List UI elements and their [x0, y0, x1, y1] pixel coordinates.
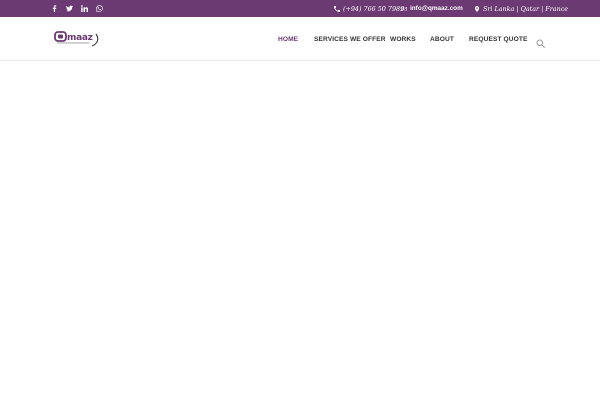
nav-request-quote[interactable]: REQUEST QUOTE: [469, 17, 527, 61]
envelope-icon: [401, 6, 407, 11]
nav-about[interactable]: ABOUT: [430, 17, 454, 61]
contact-email[interactable]: info@qmaaz.com: [401, 0, 463, 17]
contact-phone[interactable]: (+94) 766 50 7989: [334, 0, 404, 17]
search-icon[interactable]: [536, 35, 545, 48]
facebook-icon[interactable]: [50, 4, 59, 14]
twitter-icon[interactable]: [65, 4, 74, 14]
nav-home[interactable]: HOME: [278, 17, 298, 61]
whatsapp-icon[interactable]: [95, 4, 104, 14]
map-marker-icon: [474, 5, 480, 12]
site-header: maaz HOME SERVICES WE OFFER WORKS ABOUT …: [0, 17, 600, 61]
phone-number: (+94) 766 50 7989: [343, 4, 405, 13]
nav-services-we-offer[interactable]: SERVICES WE OFFER: [314, 17, 386, 61]
contact-locations: Sri Lanka | Qatar | France: [474, 0, 568, 17]
page-content: [0, 62, 600, 400]
email-address: info@qmaaz.com: [410, 5, 463, 12]
nav-works[interactable]: WORKS: [390, 17, 416, 61]
locations-text: Sri Lanka | Qatar | France: [483, 4, 569, 13]
top-bar: (+94) 766 50 7989 info@qmaaz.com Sri Lan…: [0, 0, 600, 17]
main-nav: HOME SERVICES WE OFFER WORKS ABOUT REQUE…: [0, 17, 600, 61]
phone-icon: [334, 5, 340, 12]
social-links: [50, 0, 104, 17]
linkedin-icon[interactable]: [80, 4, 89, 14]
